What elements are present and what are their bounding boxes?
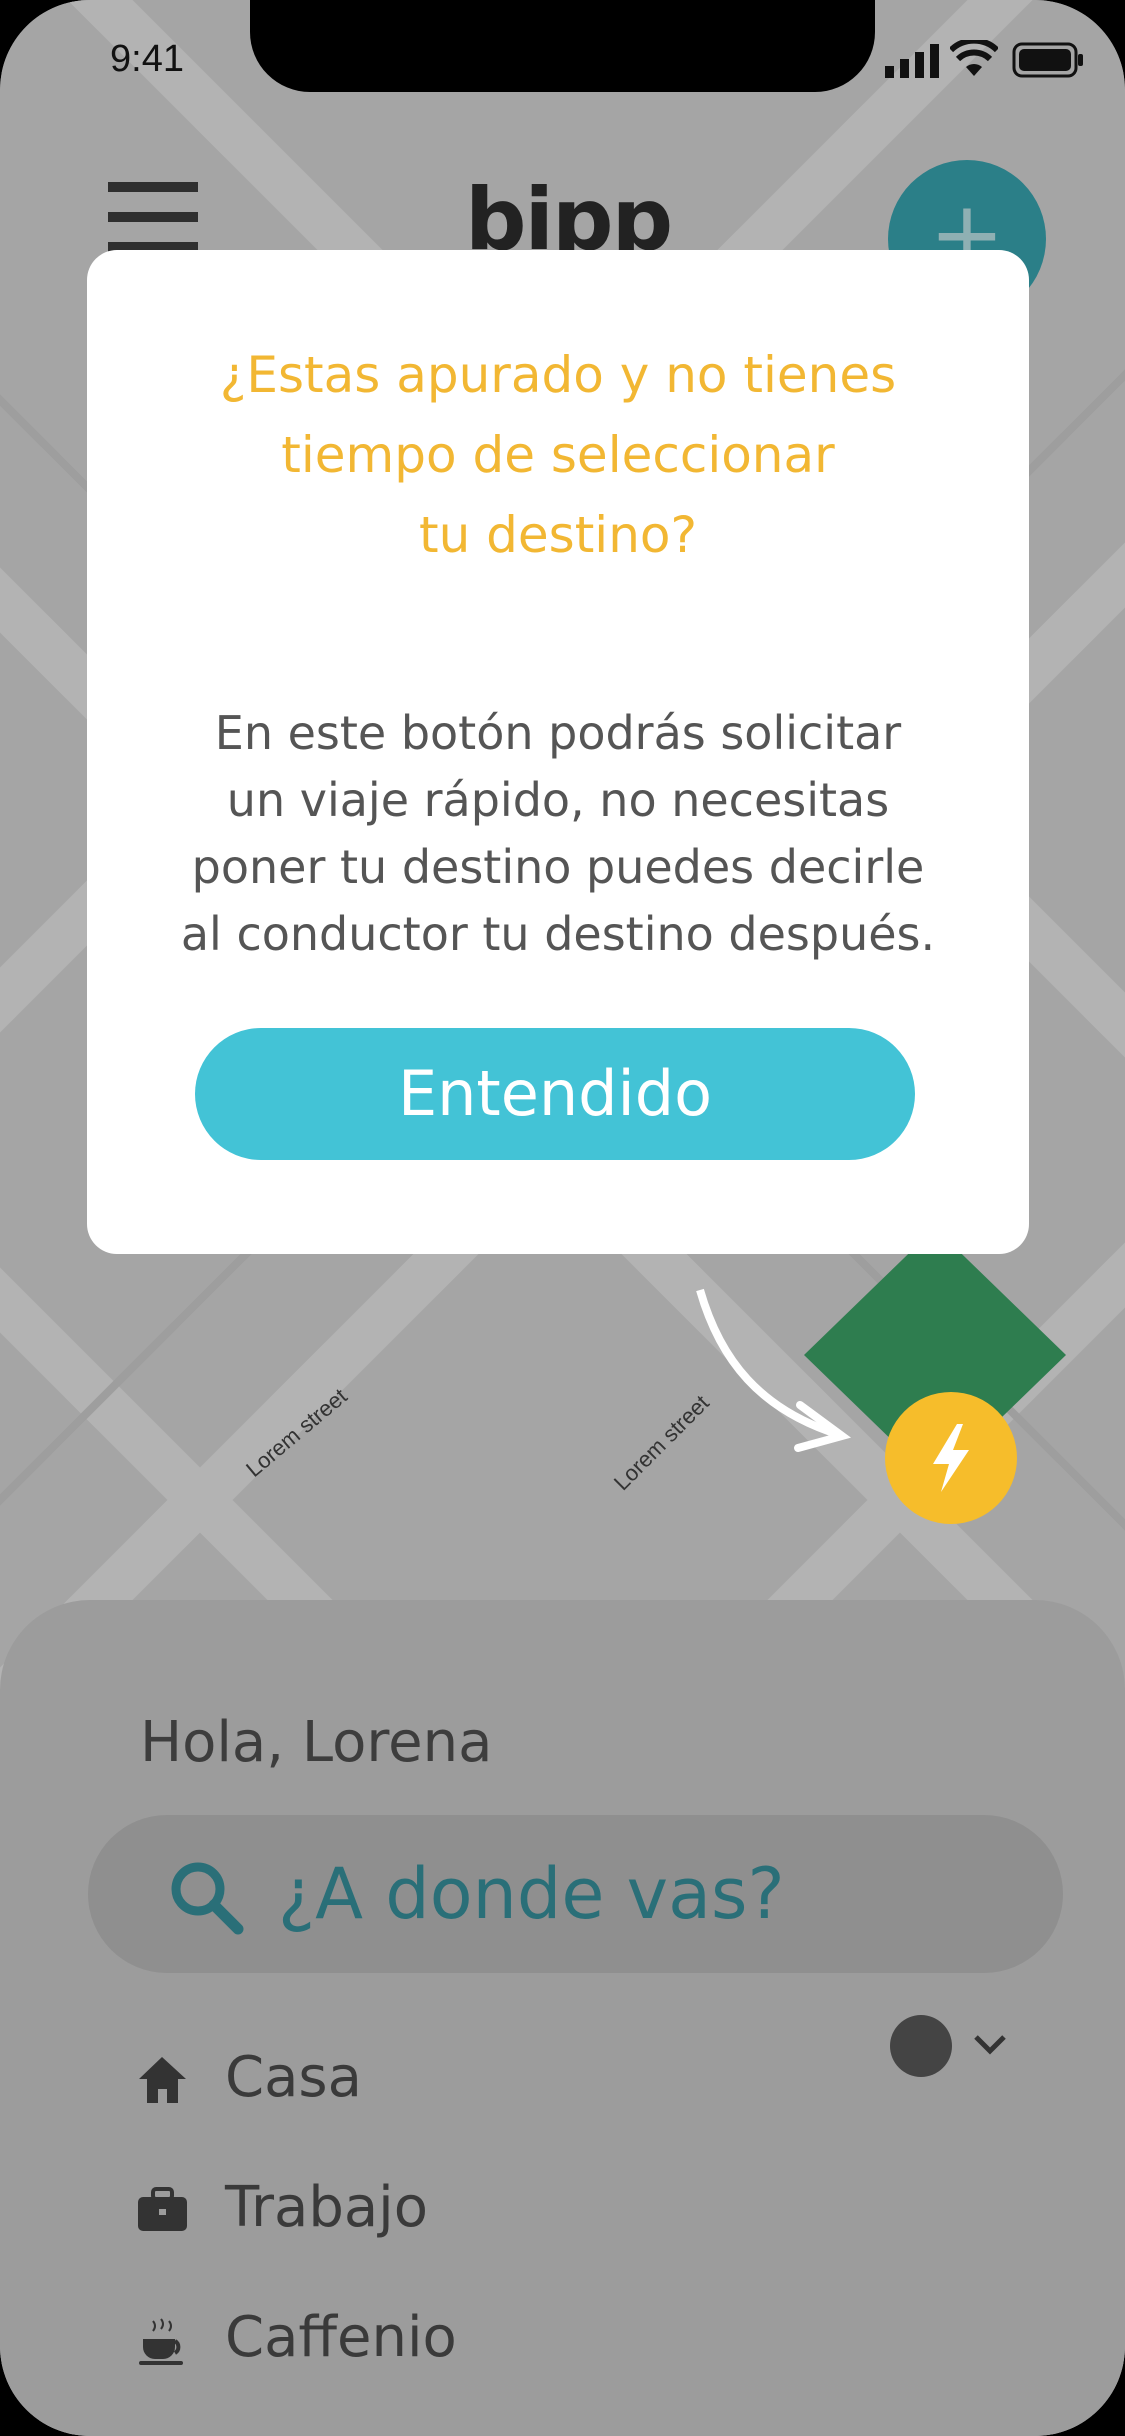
quick-trip-button[interactable] <box>885 1392 1017 1524</box>
destination-search[interactable]: ¿A donde vas? <box>88 1815 1063 1973</box>
modal-title: ¿Estas apurado y no tienes tiempo de sel… <box>219 346 897 564</box>
search-placeholder: ¿A donde vas? <box>278 1853 785 1935</box>
coffee-icon <box>139 2318 183 2365</box>
chevron-down-icon[interactable] <box>970 2025 1010 2065</box>
battery-icon <box>1012 42 1083 78</box>
status-bar: 9:41 <box>0 0 1125 130</box>
profile-dot[interactable] <box>890 2015 952 2077</box>
wifi-icon <box>950 40 998 76</box>
bottom-sheet: Hola, Lorena ¿A donde vas? Casa Trabajo … <box>0 1600 1125 2436</box>
briefcase-icon <box>138 2187 187 2231</box>
lightning-icon <box>933 1424 969 1492</box>
search-icon <box>171 1862 244 1935</box>
signal-icon <box>885 44 939 78</box>
status-time: 9:41 <box>110 38 184 80</box>
notch <box>250 0 875 92</box>
modal-body: En este botón podrás solicitar un viaje … <box>180 706 936 961</box>
hamburger-menu-icon[interactable] <box>108 182 198 252</box>
onboarding-modal: ¿Estas apurado y no tienes tiempo de sel… <box>87 250 1029 1254</box>
home-icon <box>139 2057 186 2103</box>
greeting: Hola, Lorena <box>140 1710 493 1775</box>
phone-screen: Lorem street Lorem street 9:41 bipp + ¿E… <box>0 0 1125 2436</box>
entendido-button[interactable]: Entendido <box>195 1028 915 1160</box>
